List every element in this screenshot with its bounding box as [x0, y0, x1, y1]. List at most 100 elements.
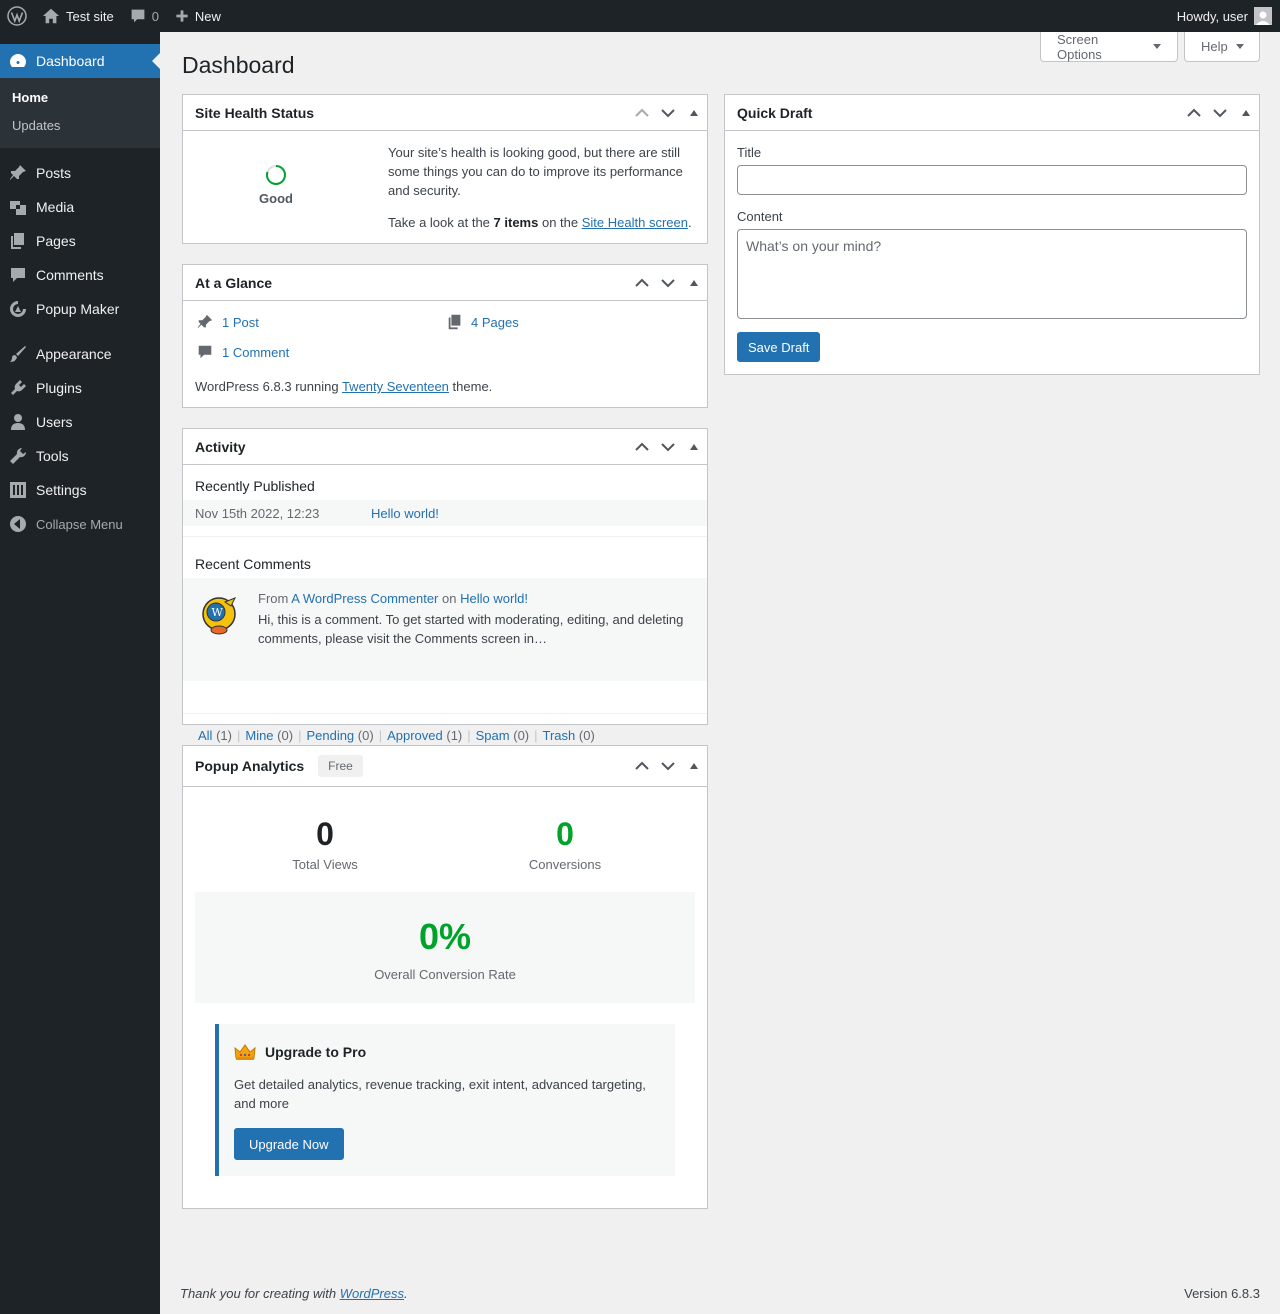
text: on — [442, 591, 457, 606]
submenu-item-home[interactable]: Home — [0, 85, 160, 113]
sidebar-item-tools[interactable]: Tools — [0, 439, 160, 473]
sidebar-item-label: Comments — [36, 267, 104, 283]
theme-link[interactable]: Twenty Seventeen — [342, 379, 449, 394]
toggle-panel-button[interactable] — [681, 429, 707, 465]
site-name-menu[interactable]: Test site — [34, 0, 122, 32]
comments-menu[interactable]: 0 — [122, 0, 167, 32]
move-down-button[interactable] — [655, 95, 681, 131]
sidebar-item-settings[interactable]: Settings — [0, 473, 160, 507]
new-content-menu[interactable]: New — [167, 0, 229, 32]
move-down-button[interactable] — [655, 429, 681, 465]
move-up-button[interactable] — [629, 429, 655, 465]
sidebar-item-label: Appearance — [36, 346, 112, 362]
chevron-up-icon — [635, 108, 649, 117]
move-up-button[interactable] — [629, 95, 655, 131]
screen-options-button[interactable]: Screen Options — [1040, 32, 1178, 62]
conversions-stat: 0 Conversions — [505, 816, 625, 872]
toggle-panel-button[interactable] — [681, 748, 707, 784]
widget-controls — [629, 429, 707, 465]
filter-count: (1) — [216, 728, 232, 743]
comment-post-link[interactable]: Hello world! — [460, 591, 528, 606]
glance-posts-link[interactable]: 1 Post — [196, 313, 259, 331]
site-name: Test site — [66, 8, 114, 24]
move-down-button[interactable] — [655, 748, 681, 784]
wp-logo-menu[interactable] — [0, 0, 34, 32]
comment-excerpt: Hi, this is a comment. To get started wi… — [258, 612, 684, 646]
comment-author-link[interactable]: A WordPress Commenter — [291, 591, 438, 606]
user-silhouette-icon — [1256, 11, 1270, 25]
collapse-menu-button[interactable]: Collapse Menu — [0, 507, 160, 541]
filter-link[interactable]: All — [198, 728, 212, 743]
sidebar-item-appearance[interactable]: Appearance — [0, 337, 160, 371]
move-up-button[interactable] — [1181, 95, 1207, 131]
paintbrush-icon — [10, 346, 26, 362]
my-account-menu[interactable]: Howdy, user — [1177, 7, 1280, 25]
glance-comments-link[interactable]: 1 Comment — [196, 343, 289, 361]
sidebar-item-users[interactable]: Users — [0, 405, 160, 439]
toggle-panel-button[interactable] — [681, 265, 707, 301]
comment-filter-trash: Trash (0) — [543, 728, 595, 743]
health-message: Your site’s health is looking good, but … — [388, 145, 683, 198]
filter-link[interactable]: Pending — [306, 728, 354, 743]
text: Take a look at the — [388, 215, 490, 230]
comments-count: 0 — [151, 8, 159, 24]
quick-draft-widget: Quick Draft Title Content Save Draft — [724, 94, 1260, 375]
filter-link[interactable]: Trash — [543, 728, 576, 743]
site-health-widget: Site Health Status Good Your site’s heal… — [182, 94, 708, 244]
widget-header: Quick Draft — [725, 95, 1259, 131]
help-label: Help — [1201, 39, 1228, 54]
comment-filter-spam: Spam (0) — [476, 728, 529, 743]
site-health-link[interactable]: Site Health screen — [582, 215, 688, 230]
triangle-up-icon — [690, 763, 698, 769]
conversions-label: Conversions — [528, 857, 602, 872]
save-draft-button[interactable]: Save Draft — [737, 332, 821, 362]
commenter-avatar-icon: W — [202, 597, 237, 635]
sidebar-item-label: Pages — [36, 233, 76, 249]
upgrade-now-button[interactable]: Upgrade Now — [234, 1128, 344, 1160]
triangle-up-icon — [1242, 109, 1250, 116]
filter-link[interactable]: Approved — [387, 728, 443, 743]
move-up-button[interactable] — [629, 748, 655, 784]
pages-icon — [448, 314, 461, 330]
dashboard-submenu: Home Updates — [0, 78, 160, 148]
widget-title: Activity — [195, 438, 246, 455]
post-date: Nov 15th 2022, 12:23 — [195, 505, 320, 521]
glance-pages-link[interactable]: 4 Pages — [446, 313, 519, 331]
health-description: Your site’s health is looking good, but … — [388, 143, 698, 232]
move-up-button[interactable] — [629, 265, 655, 301]
health-status: Good — [183, 132, 369, 206]
move-down-button[interactable] — [655, 265, 681, 301]
sidebar-item-pages[interactable]: Pages — [0, 224, 160, 258]
footer-version: Version 6.8.3 — [1184, 1286, 1260, 1301]
draft-content-textarea[interactable] — [737, 229, 1247, 319]
sidebar-item-label: Popup Maker — [36, 301, 120, 317]
upgrade-title: Upgrade to Pro — [265, 1044, 367, 1060]
sidebar-item-media[interactable]: Media — [0, 190, 160, 224]
chevron-down-icon — [661, 442, 675, 451]
divider — [183, 713, 707, 714]
sidebar-item-posts[interactable]: Posts — [0, 156, 160, 190]
toggle-panel-button[interactable] — [681, 95, 707, 131]
sidebar-item-popup-maker[interactable]: Popup Maker — [0, 292, 160, 326]
upgrade-callout: Upgrade to Pro Get detailed analytics, r… — [215, 1024, 675, 1176]
items-count: 7 items — [493, 215, 539, 230]
filter-link[interactable]: Mine — [245, 728, 273, 743]
wordpress-link[interactable]: WordPress — [340, 1286, 404, 1301]
activity-widget: Activity Recently Published Nov 15th 202… — [182, 428, 708, 743]
sidebar-item-label: Plugins — [36, 380, 82, 396]
draft-title-input[interactable] — [737, 165, 1247, 195]
upgrade-heading: Upgrade to Pro — [234, 1043, 366, 1061]
widget-header: Site Health Status — [183, 95, 707, 131]
sidebar-item-plugins[interactable]: Plugins — [0, 371, 160, 405]
sidebar-item-dashboard[interactable]: Dashboard — [0, 44, 160, 78]
popup-maker-icon — [10, 301, 26, 317]
toggle-panel-button[interactable] — [1233, 95, 1259, 131]
sidebar-item-comments[interactable]: Comments — [0, 258, 160, 292]
post-title-link[interactable]: Hello world! — [371, 506, 439, 521]
sidebar-item-label: Dashboard — [36, 53, 105, 69]
move-down-button[interactable] — [1207, 95, 1233, 131]
help-button[interactable]: Help — [1184, 32, 1260, 62]
filter-link[interactable]: Spam — [476, 728, 510, 743]
glance-comments-label: 1 Comment — [222, 344, 290, 360]
submenu-item-updates[interactable]: Updates — [0, 113, 160, 141]
